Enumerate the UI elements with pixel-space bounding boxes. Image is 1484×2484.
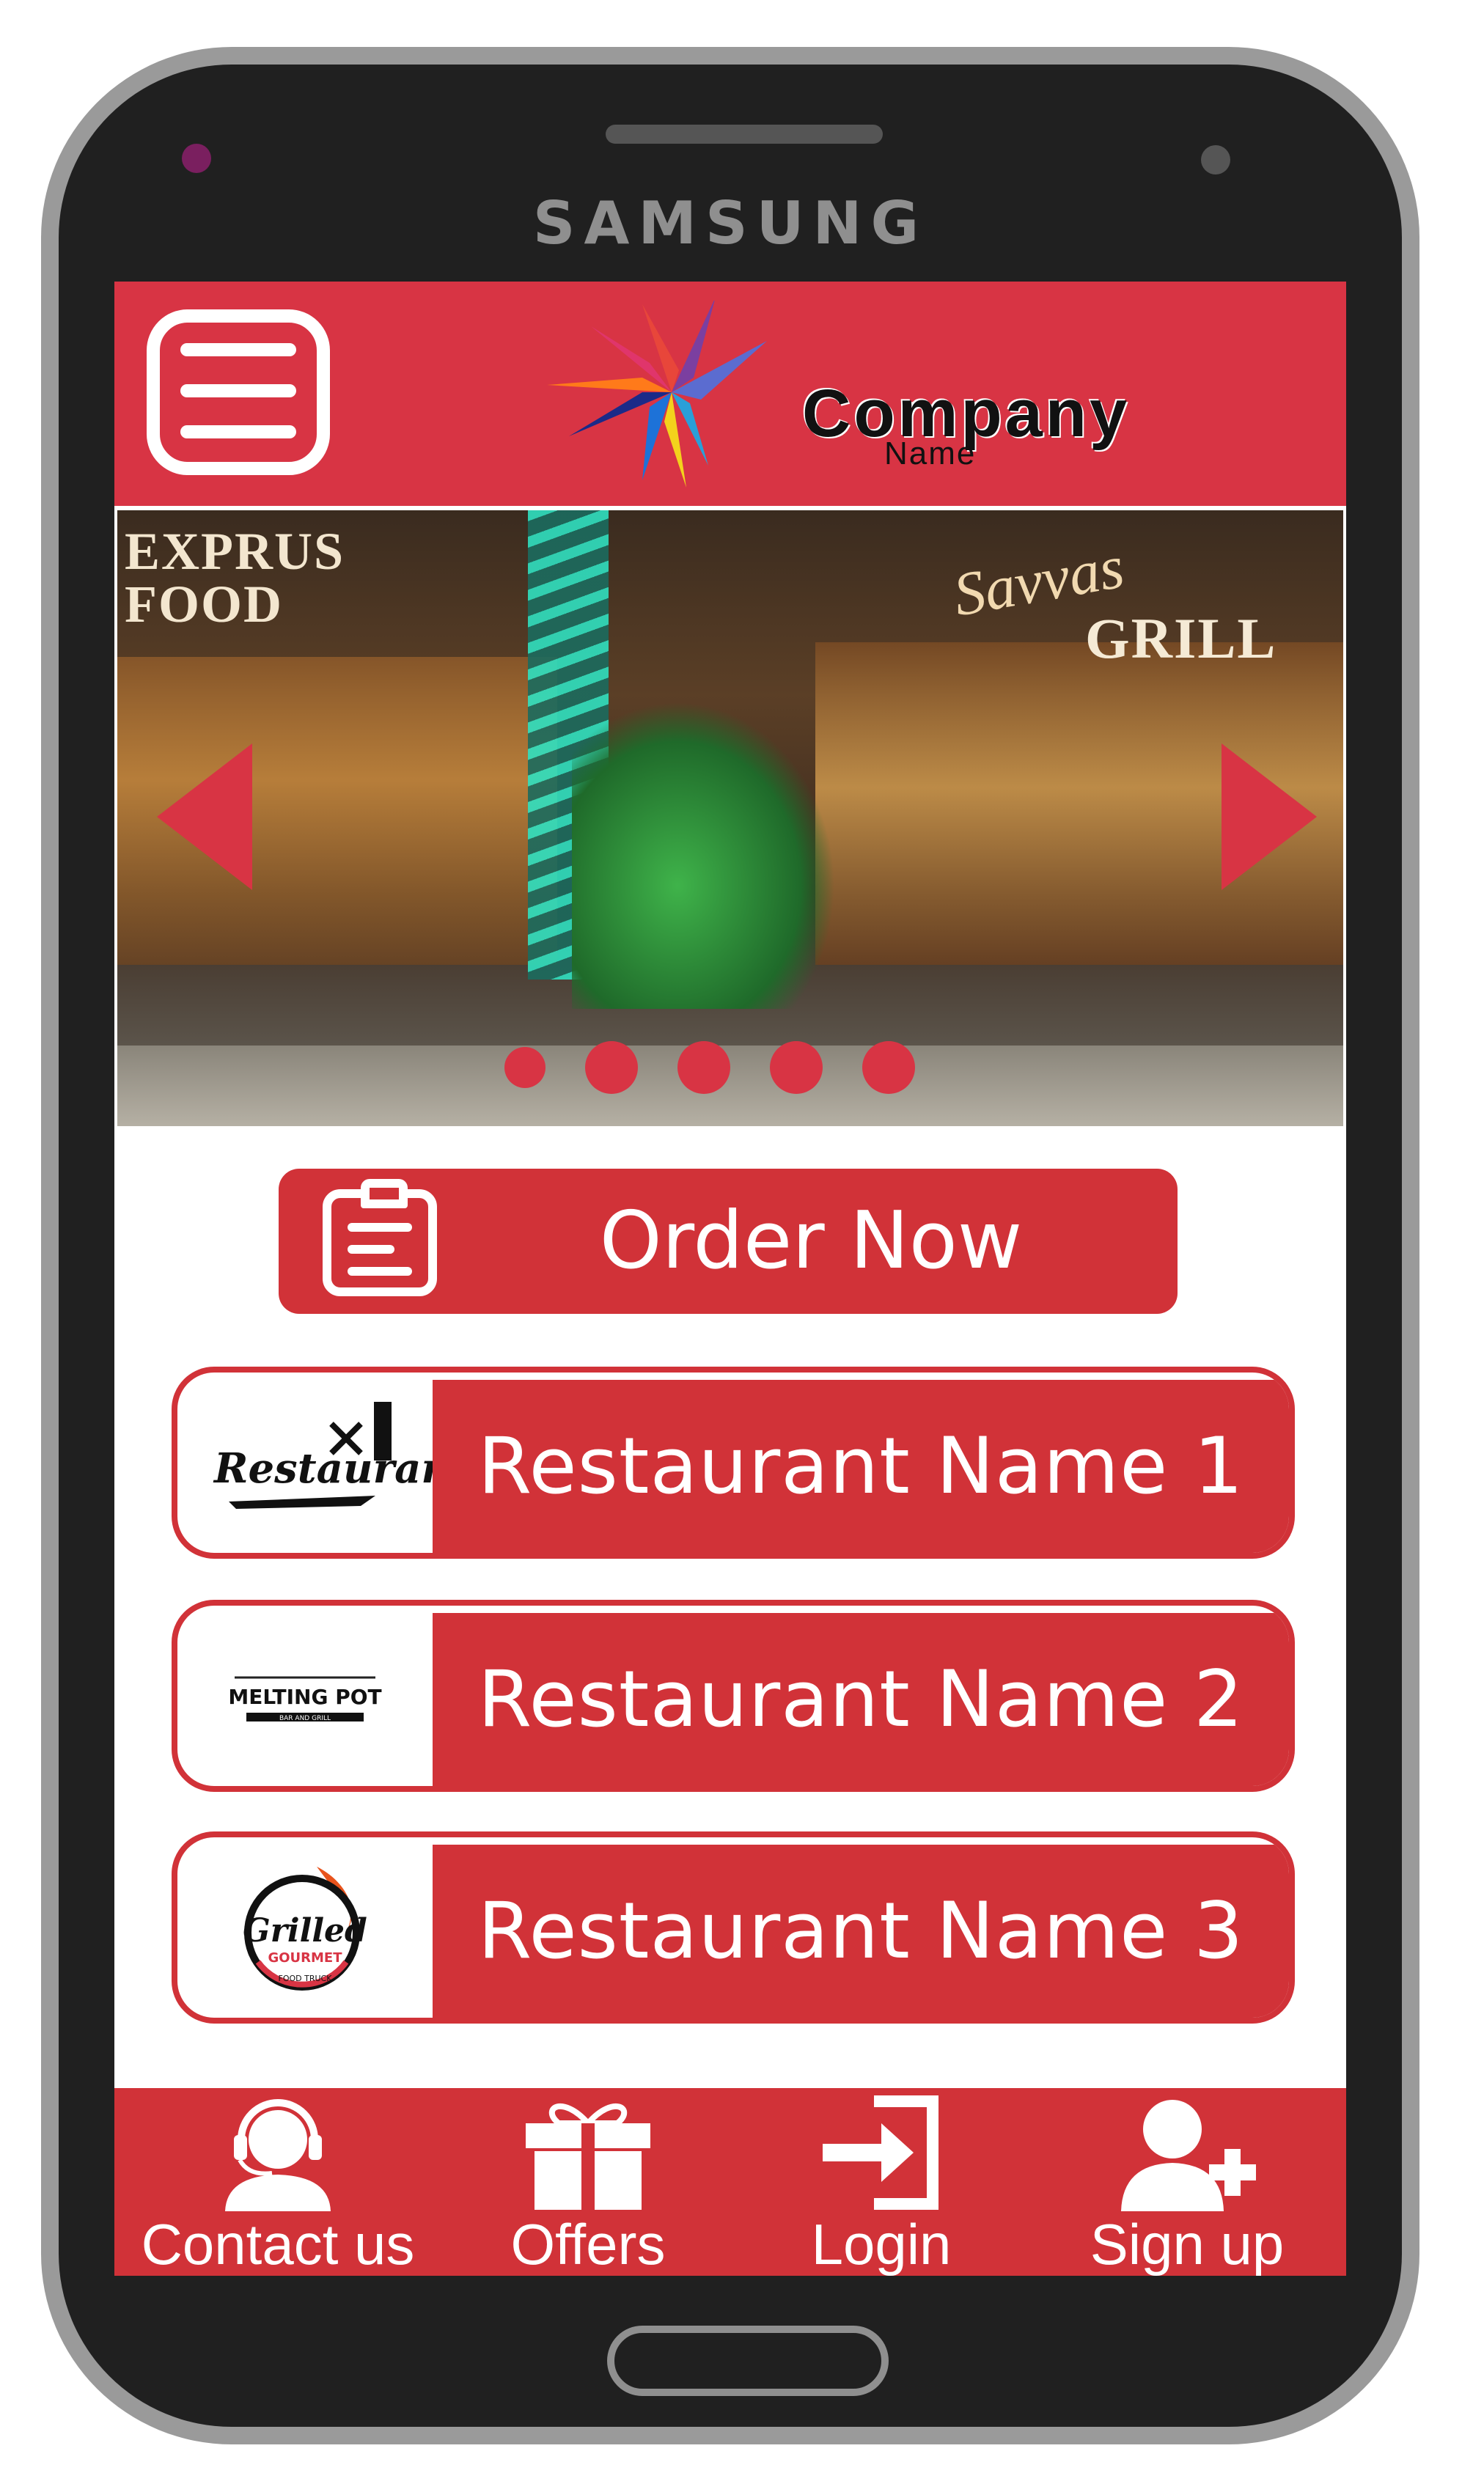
clipboard-line	[348, 1223, 412, 1232]
carousel-dot[interactable]	[677, 1041, 730, 1094]
carousel-dot[interactable]	[862, 1041, 915, 1094]
restaurant-name-2: Restaurant Name 2	[433, 1613, 1289, 1786]
proximity-sensor	[1201, 145, 1230, 174]
add-user-icon	[1121, 2100, 1256, 2211]
carousel-pagination	[504, 1041, 915, 1094]
app-screen: Company Name EXPRUS FOOD Savvas GRILL Or	[114, 282, 1346, 2276]
restaurant-logo-3-text: Grilled	[243, 1912, 367, 1950]
carousel-dot[interactable]	[585, 1041, 638, 1094]
restaurant-logo-2-sub: BAR AND GRILL	[279, 1715, 331, 1722]
nav-login[interactable]: Login	[735, 2088, 1028, 2276]
gift-icon	[526, 2103, 650, 2210]
restaurant-logo-2: MELTING POT BAR AND GRILL	[228, 1676, 382, 1722]
clipboard-line	[348, 1245, 394, 1254]
nav-contact-us[interactable]: Contact us	[114, 2088, 441, 2276]
nav-offers-label: Offers	[510, 2212, 666, 2276]
restaurant-logo-3-sub2: FOOD TRUCK	[279, 1974, 333, 1983]
restaurant-logo-1: Restaurant	[213, 1402, 433, 1509]
front-camera	[182, 144, 211, 173]
nav-contact-us-label: Contact us	[141, 2212, 415, 2276]
login-icon	[823, 2095, 938, 2210]
nav-offers[interactable]: Offers	[441, 2088, 735, 2276]
company-name-sub: Name	[884, 436, 977, 471]
home-button[interactable]	[607, 2326, 889, 2396]
order-now-button[interactable]: Order Now	[279, 1169, 1178, 1314]
restaurant-item-3[interactable]: Grilled GOURMET FOOD TRUCK Restaurant Na…	[172, 1831, 1295, 2024]
restaurant-name-3: Restaurant Name 3	[433, 1845, 1289, 2018]
nav-sign-up[interactable]: Sign up	[1028, 2088, 1346, 2276]
carousel-photo-plants	[572, 701, 836, 1009]
earpiece-speaker	[606, 125, 883, 144]
hamburger-menu-button[interactable]	[147, 309, 330, 475]
menu-bar-line	[180, 343, 296, 356]
carousel-dot[interactable]	[770, 1041, 823, 1094]
nav-sign-up-label: Sign up	[1090, 2212, 1285, 2276]
clipboard-clip	[361, 1179, 408, 1208]
menu-bar-line	[180, 425, 296, 438]
restaurant-logo-3-sub: GOURMET	[268, 1950, 342, 1966]
restaurant-logo-1-text: Restaurant	[213, 1444, 433, 1493]
order-now-label: Order Now	[599, 1195, 1023, 1287]
app-header: Company Name	[114, 282, 1346, 506]
bottom-navigation: Contact us Offers Login Sign up	[114, 2088, 1346, 2276]
carousel-dot[interactable]	[504, 1047, 546, 1088]
restaurant-name-1: Restaurant Name 1	[433, 1380, 1289, 1553]
menu-bar-line	[180, 384, 296, 397]
restaurant-logo-2-text: MELTING POT	[228, 1685, 381, 1709]
nav-login-label: Login	[811, 2212, 952, 2276]
restaurant-item-1[interactable]: Restaurant Restaurant Name 1	[172, 1367, 1295, 1559]
device-brand: SAMSUNG	[532, 189, 928, 257]
carousel-next-arrow-icon[interactable]	[1222, 743, 1317, 890]
clipboard-line	[348, 1267, 412, 1276]
headset-user-icon	[225, 2099, 331, 2211]
restaurant-item-2[interactable]: MELTING POT BAR AND GRILL Restaurant Nam…	[172, 1600, 1295, 1792]
restaurant-logo-3: Grilled GOURMET FOOD TRUCK	[243, 1867, 367, 1991]
clipboard-icon	[323, 1179, 437, 1296]
image-carousel[interactable]: EXPRUS FOOD Savvas GRILL	[117, 510, 1343, 1126]
carousel-sign-block: GRILL	[1085, 606, 1277, 670]
carousel-sign-left: EXPRUS FOOD	[125, 522, 345, 633]
carousel-prev-arrow-icon[interactable]	[157, 743, 252, 890]
